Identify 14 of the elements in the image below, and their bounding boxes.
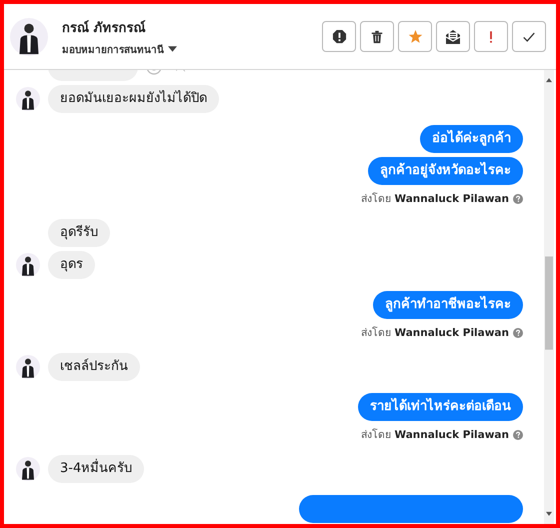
message-bubble: ลูกค้าอยู่จังหวัดอะไรคะ: [368, 157, 523, 185]
sent-by-label: ส่งโดย Wannaluck Pilawan: [361, 428, 509, 443]
assign-dropdown[interactable]: มอบหมายการสนทนานี: [62, 42, 177, 56]
contact-name: กรณ์ ภัทรกรณ์: [62, 19, 147, 38]
message-bubble: อ่อได้ค่ะลูกค้า: [420, 125, 523, 153]
message-bubble: รายได้เท่าไหร่คะต่อเดือน: [358, 393, 523, 421]
message-bubble: 3-4หมื่นครับ: [48, 455, 144, 483]
sent-by-label: ส่งโดย Wannaluck Pilawan: [361, 192, 509, 207]
message-bubble: ลูกค้าทำอาชีพอะไรคะ: [373, 291, 523, 319]
message-bubble: เชลล์ประกัน: [48, 353, 140, 381]
sent-by-label: ส่งโดย Wannaluck Pilawan: [361, 326, 509, 341]
message-bubble: อุดร: [48, 251, 95, 279]
message-bubble: ยอดมันเยอะผมยังไม่ได้ปิด: [48, 85, 219, 113]
message-bubble: อุดรีรับ: [48, 219, 110, 247]
